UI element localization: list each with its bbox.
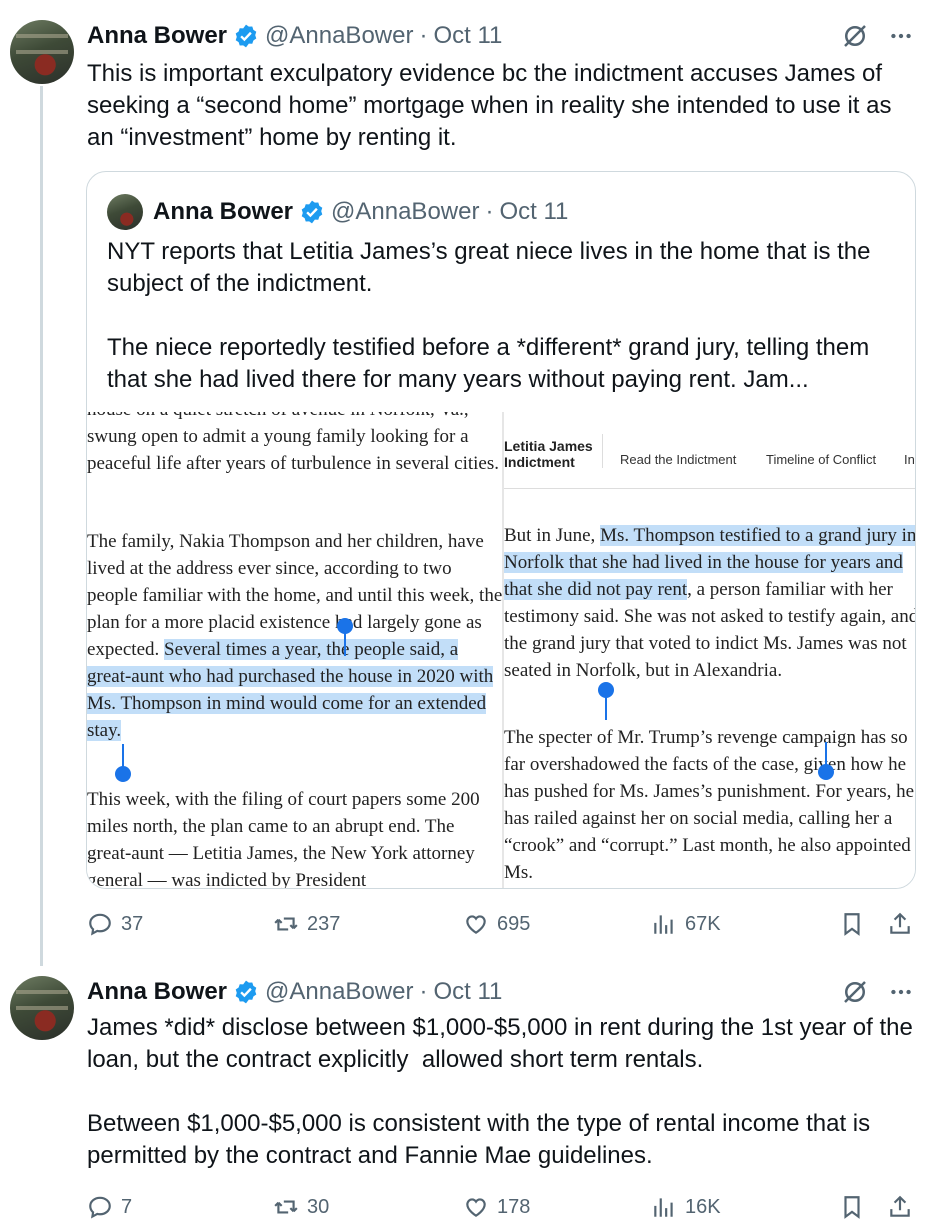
repost-count: 237 <box>307 912 341 935</box>
grok-icon[interactable] <box>840 977 870 1007</box>
bookmark-button[interactable] <box>839 1194 865 1220</box>
article-paragraph: The family, Nakia Thompson and her child… <box>87 528 502 744</box>
repost-button[interactable]: 237 <box>273 911 340 937</box>
tweet-text: This is important exculpatory evidence b… <box>87 60 899 151</box>
tweet-actions: 37 237 695 67K <box>87 904 915 944</box>
verified-badge-icon <box>235 24 257 48</box>
repost-icon <box>274 1200 298 1214</box>
share-button[interactable] <box>887 911 913 937</box>
author-name[interactable]: Anna Bower <box>87 22 227 50</box>
separator-dot: · <box>485 198 494 225</box>
tweet-header-actions <box>840 976 914 1008</box>
share-icon <box>890 912 910 934</box>
reply-button[interactable]: 37 <box>87 911 143 937</box>
bookmark-icon <box>844 1196 860 1219</box>
article-screenshot-right: Letitia James Indictment Read the Indict… <box>502 412 915 888</box>
views-icon <box>654 915 673 934</box>
bookmark-button[interactable] <box>839 911 865 937</box>
repost-count: 30 <box>307 1195 330 1218</box>
reply-count: 37 <box>121 912 144 935</box>
selection-caret <box>605 694 607 720</box>
quote-author-name: Anna Bower <box>153 198 294 225</box>
tweet-date[interactable]: Oct 11 <box>433 22 502 50</box>
author-handle[interactable]: @AnnaBower <box>265 22 413 50</box>
tweet-text: James *did* disclose between $1,000-$5,0… <box>87 1014 913 1169</box>
bookmark-icon <box>844 913 860 936</box>
nav-link: Timeline of Conflict <box>766 452 877 467</box>
separator-dot: · <box>419 978 428 1005</box>
like-count: 695 <box>497 912 531 935</box>
avatar[interactable] <box>10 20 74 84</box>
like-icon <box>466 915 486 934</box>
verified-badge-icon <box>235 980 257 1004</box>
selection-handle-end <box>115 766 131 782</box>
like-icon <box>466 1198 486 1217</box>
more-icon[interactable] <box>888 979 914 1005</box>
tweet-header: Anna Bower @AnnaBower · Oct 11 <box>87 20 502 52</box>
article-nav-bar: Letitia James Indictment Read the Indict… <box>504 412 915 489</box>
article-paragraph: This week, with the filing of court pape… <box>87 789 480 888</box>
quote-tweet[interactable]: Anna Bower @AnnaBower · Oct 11 NYT repor… <box>86 171 916 889</box>
like-count: 178 <box>497 1195 531 1218</box>
article-screenshot-left: house on a quiet stretch of avenue in No… <box>87 412 502 888</box>
quote-author-handle: @AnnaBower <box>331 198 480 225</box>
quote-header: Anna Bower @AnnaBower · Oct 11 <box>153 194 568 230</box>
share-icon <box>890 1195 910 1217</box>
quote-date: Oct 11 <box>499 198 569 225</box>
tweet-date[interactable]: Oct 11 <box>433 978 502 1006</box>
like-button[interactable]: 695 <box>463 911 530 937</box>
reply-count: 7 <box>121 1195 133 1218</box>
quote-avatar <box>107 194 143 230</box>
article-text: But in June, <box>504 525 601 546</box>
nav-divider <box>602 434 603 468</box>
view-count: 16K <box>685 1195 721 1218</box>
thread-line <box>40 86 43 966</box>
like-button[interactable]: 178 <box>463 1194 530 1220</box>
article-paragraph: The specter of Mr. Trump’s revenge campa… <box>504 727 915 883</box>
author-handle[interactable]: @AnnaBower <box>265 978 413 1006</box>
reply-icon <box>89 1196 111 1219</box>
article-section-brand: Letitia James Indictment <box>504 438 593 470</box>
verified-badge-icon <box>301 200 323 224</box>
grok-icon[interactable] <box>840 21 870 51</box>
selection-handle-end <box>818 764 834 780</box>
tweet-header-actions <box>840 20 914 52</box>
views-icon <box>654 1198 673 1217</box>
nav-link: Read the Indictment <box>620 452 737 467</box>
nav-link: In <box>904 452 915 467</box>
reply-icon <box>89 913 111 936</box>
brand-line: Indictment <box>504 454 575 470</box>
tweet-actions: 7 30 178 16K <box>87 1187 915 1227</box>
share-button[interactable] <box>887 1194 913 1220</box>
brand-line: Letitia James <box>504 438 593 454</box>
article-paragraph: house on a quiet stretch of avenue in No… <box>87 412 499 474</box>
view-count: 67K <box>685 912 721 935</box>
views-button[interactable]: 16K <box>651 1194 721 1220</box>
views-button[interactable]: 67K <box>651 911 721 937</box>
more-icon[interactable] <box>888 23 914 49</box>
repost-button[interactable]: 30 <box>273 1194 329 1220</box>
avatar[interactable] <box>10 976 74 1040</box>
author-name[interactable]: Anna Bower <box>87 978 227 1006</box>
article-paragraph: But in June, Ms. Thompson testified to a… <box>504 522 915 684</box>
separator-dot: · <box>419 22 428 49</box>
repost-icon <box>274 917 298 931</box>
selection-caret <box>344 630 346 656</box>
quote-text: NYT reports that Letitia James’s great n… <box>107 238 871 393</box>
reply-button[interactable]: 7 <box>87 1194 132 1220</box>
quote-media-image[interactable]: house on a quiet stretch of avenue in No… <box>87 412 915 888</box>
tweet-header: Anna Bower @AnnaBower · Oct 11 <box>87 976 502 1008</box>
